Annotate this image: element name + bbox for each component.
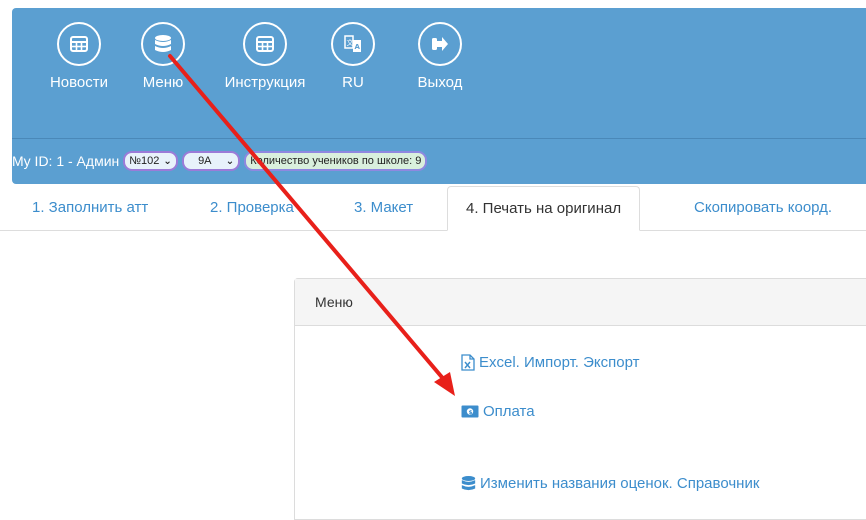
menu-item-rename-grades-label: Изменить названия оценок. Справочник — [480, 475, 760, 492]
nav-instructions-button[interactable]: Инструкция — [220, 22, 310, 112]
chevron-down-icon: ⌄ — [225, 155, 235, 167]
student-count-badge: Количество учеников по школе: 9 — [244, 151, 428, 171]
nav-menu-button[interactable]: Меню — [128, 22, 198, 112]
class-select[interactable]: 9А ⌄ — [181, 151, 241, 171]
nav-news-label: Новости — [49, 74, 109, 91]
menu-item-rename-grades[interactable]: Изменить названия оценок. Справочник — [461, 475, 759, 492]
nav-instructions-label: Инструкция — [224, 74, 306, 91]
database-icon — [461, 475, 476, 492]
menu-item-excel-label: Excel. Импорт. Экспорт — [479, 354, 640, 371]
excel-file-icon — [461, 354, 475, 371]
nav-language-button[interactable]: 文A RU — [318, 22, 388, 112]
menu-panel: Меню Excel. Импорт. Экспорт $ Оплата Изм… — [294, 278, 866, 520]
nav-language-label: RU — [342, 74, 364, 91]
table-icon — [57, 22, 101, 66]
menu-item-payment-label: Оплата — [483, 403, 535, 420]
menu-item-payment[interactable]: $ Оплата — [461, 403, 535, 420]
school-select-value: №102 — [129, 155, 160, 167]
tab-print-original[interactable]: 4. Печать на оригинал — [447, 186, 641, 231]
school-select[interactable]: №102 ⌄ — [123, 151, 178, 171]
nav-news-button[interactable]: Новости — [44, 22, 114, 112]
svg-text:文: 文 — [347, 38, 354, 47]
tab-bar: 1. Заполнить атт 2. Проверка 3. Макет 4.… — [0, 186, 866, 231]
user-id-label: My ID: 1 - Админ — [12, 153, 120, 169]
header-divider — [12, 138, 866, 139]
logout-icon — [418, 22, 462, 66]
table-icon — [243, 22, 287, 66]
database-icon — [141, 22, 185, 66]
chevron-down-icon: ⌄ — [163, 155, 172, 167]
status-bar: My ID: 1 - Админ №102 ⌄ 9А ⌄ Количество … — [12, 148, 428, 174]
svg-text:A: A — [355, 43, 361, 51]
nav-menu-label: Меню — [142, 74, 184, 91]
menu-item-excel[interactable]: Excel. Импорт. Экспорт — [461, 354, 640, 371]
tab-layout[interactable]: 3. Макет — [354, 186, 413, 230]
svg-text:$: $ — [469, 410, 473, 416]
tab-check[interactable]: 2. Проверка — [210, 186, 294, 230]
tab-copy-coordinates[interactable]: Скопировать коорд. — [694, 186, 832, 230]
tab-fill-certificate[interactable]: 1. Заполнить атт — [32, 186, 148, 230]
nav-logout-label: Выход — [417, 74, 463, 91]
nav-logout-button[interactable]: Выход — [405, 22, 475, 112]
language-icon: 文A — [331, 22, 375, 66]
class-select-value: 9А — [198, 155, 212, 167]
money-icon: $ — [461, 405, 479, 418]
panel-title: Меню — [295, 279, 866, 326]
top-header: Новости Меню Инструкция 文A RU Выход My I… — [12, 8, 866, 184]
